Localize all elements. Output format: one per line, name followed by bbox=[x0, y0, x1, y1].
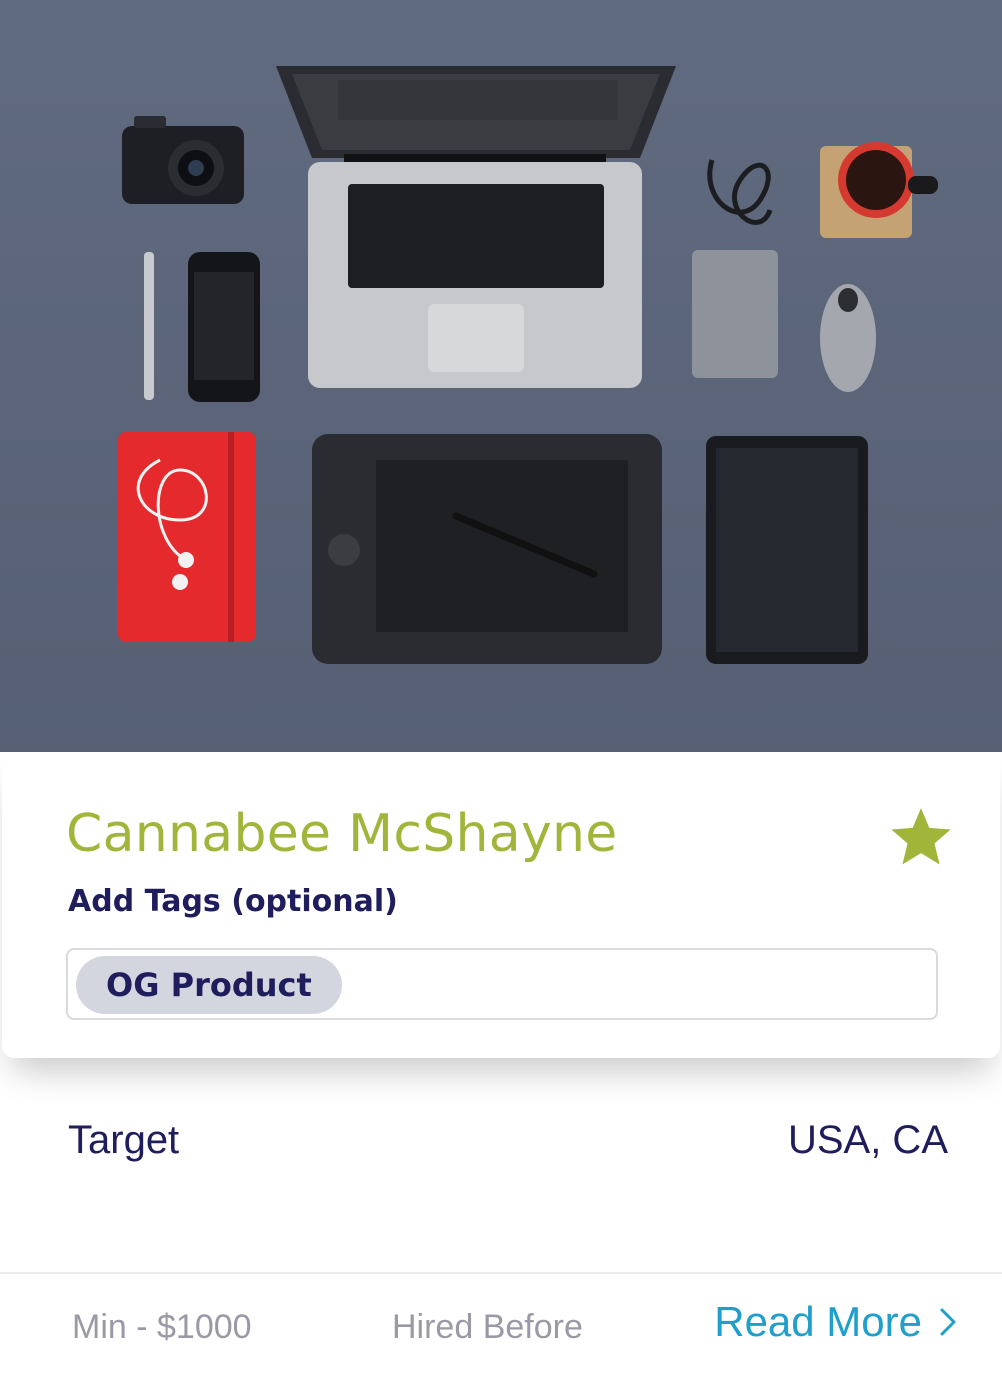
hard-drive-illustration bbox=[692, 159, 778, 378]
read-more-link[interactable]: Read More bbox=[714, 1298, 956, 1346]
notebook-illustration bbox=[118, 432, 256, 642]
target-row: Target USA, CA bbox=[68, 1118, 948, 1170]
tags-input[interactable]: OG Product bbox=[66, 948, 938, 1020]
chevron-right-icon bbox=[940, 1308, 956, 1336]
target-value: USA, CA bbox=[787, 1118, 948, 1162]
tag-chip[interactable]: OG Product bbox=[76, 956, 342, 1014]
read-more-label: Read More bbox=[714, 1298, 922, 1345]
phone-illustration bbox=[188, 252, 260, 402]
drawing-tablet-illustration bbox=[312, 434, 662, 664]
hero-image bbox=[0, 0, 1002, 752]
hired-before-status: Hired Before bbox=[392, 1308, 583, 1346]
pen-illustration bbox=[144, 252, 154, 400]
contact-name: Cannabee McShayne bbox=[66, 804, 618, 864]
tag-editor-card: Cannabee McShayne Add Tags (optional) OG… bbox=[2, 752, 1000, 1058]
ipad-illustration bbox=[706, 436, 868, 664]
desk-flatlay-illustration bbox=[118, 66, 938, 664]
coffee-mug-illustration bbox=[820, 142, 938, 238]
min-budget: Min - $1000 bbox=[72, 1308, 252, 1346]
favorite-button[interactable] bbox=[888, 806, 954, 872]
star-icon bbox=[891, 808, 951, 865]
target-label: Target bbox=[68, 1118, 180, 1162]
laptop-illustration bbox=[276, 66, 676, 388]
mouse-illustration bbox=[820, 284, 876, 392]
tags-label: Add Tags (optional) bbox=[68, 884, 398, 919]
camera-illustration bbox=[122, 116, 244, 204]
card-footer: Min - $1000 Hired Before Read More bbox=[0, 1274, 1002, 1388]
